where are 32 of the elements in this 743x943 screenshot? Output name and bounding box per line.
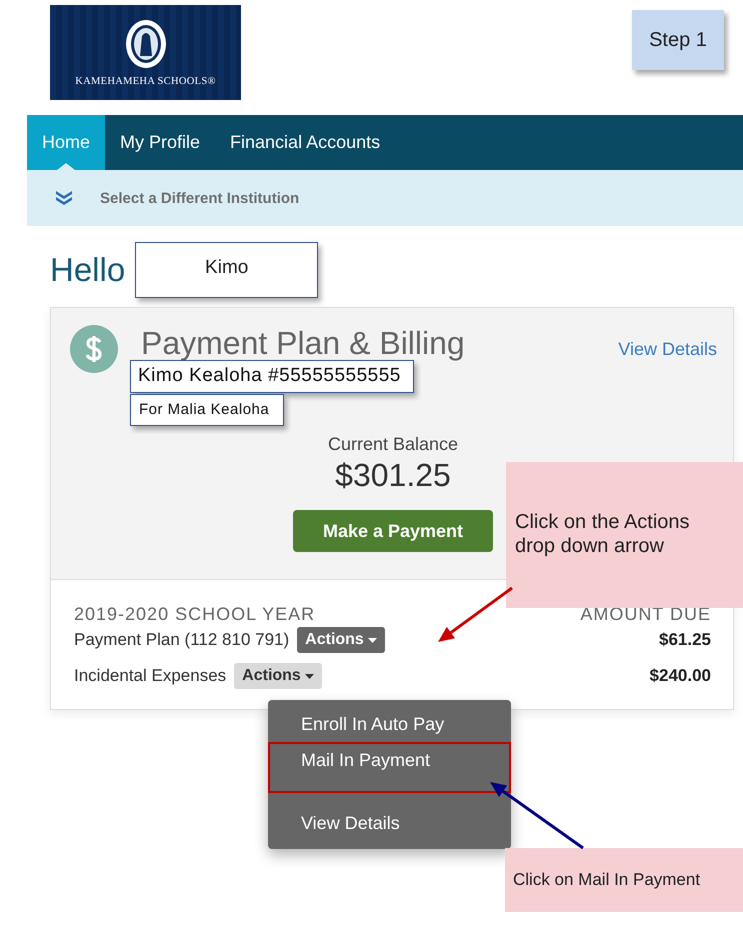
nav-tab[interactable]: Home [27,115,106,170]
step-label: Step 1 [632,10,724,70]
nav-tab[interactable]: Financial Accounts [215,115,396,170]
school-year: 2019-2020 SCHOOL YEAR [74,604,316,625]
callout-note: Click on the Actions drop down arrow [506,462,743,608]
caret-icon [368,638,377,642]
menu-item[interactable]: View Details [268,807,511,841]
double-chevron-icon[interactable] [55,190,73,206]
actions-button[interactable]: Actions [234,663,322,689]
view-details-link[interactable]: View Details [618,339,717,360]
actions-button[interactable]: Actions [297,627,385,653]
account-label: Kimo Kealoha #55555555555 [130,360,414,393]
amount: $240.00 [650,666,711,686]
menu-item[interactable]: Mail In Payment [268,742,511,793]
logo-text: KAMEHAMEHA SCHOOLS® [75,76,216,87]
item-label: Incidental Expenses [74,666,226,686]
callout-note: Click on Mail In Payment [505,848,743,912]
balance-value: $301.25 [335,457,451,494]
greeting: Hello [50,251,126,289]
menu-item[interactable]: Enroll In Auto Pay [268,708,511,742]
make-payment-button[interactable]: Make a Payment [293,510,493,552]
nav-tab[interactable]: My Profile [105,115,216,170]
balance-label: Current Balance [328,434,458,455]
item-label: Payment Plan (112 810 791) [74,630,290,650]
institution-link[interactable]: Select a Different Institution [100,190,300,206]
caret-icon [304,674,314,678]
name-label: Kimo [135,242,318,298]
amount: $61.25 [659,630,711,650]
dollar-icon [70,325,118,373]
card-title: Payment Plan & Billing [141,325,465,361]
seal-icon [124,18,168,70]
student-label: For Malia Kealoha [130,394,284,426]
